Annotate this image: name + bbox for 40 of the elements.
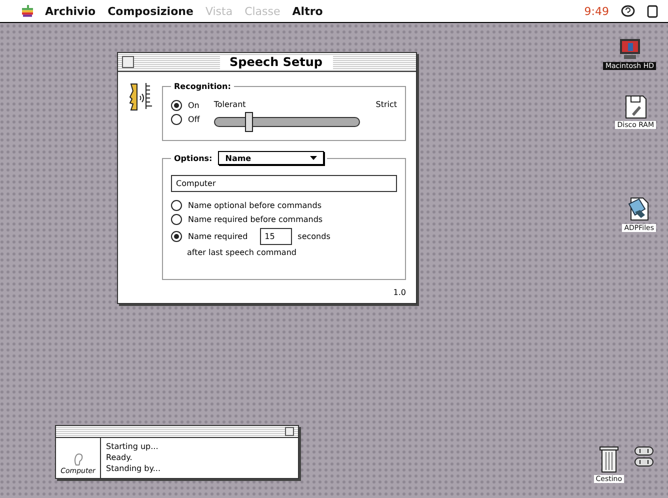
close-box[interactable]	[122, 56, 134, 68]
radio-button[interactable]	[171, 200, 182, 211]
dropdown-arrow-icon	[310, 156, 318, 160]
options-popup-menu[interactable]: Name	[218, 151, 324, 165]
ear-icon	[74, 453, 82, 467]
menu-clock: 9:49	[584, 4, 609, 18]
status-line: Starting up...	[106, 441, 160, 452]
status-line: Ready.	[106, 452, 134, 463]
status-line: Standing by...	[106, 463, 160, 474]
zoom-box[interactable]	[285, 427, 294, 436]
radio-label: Name optional before commands	[188, 201, 322, 210]
radio-label: Name required	[188, 232, 248, 241]
tolerance-slider[interactable]	[214, 112, 360, 132]
menu-item[interactable]: Altro	[292, 4, 323, 18]
radio-button[interactable]	[171, 214, 182, 225]
version-label: 1.0	[393, 288, 406, 297]
menu-item[interactable]: Archivio	[45, 4, 96, 18]
help-balloon-icon[interactable]	[621, 4, 635, 18]
group-label: Recognition:	[173, 82, 232, 91]
slider-label: Tolerant	[214, 100, 246, 109]
radio-note: after last speech command	[186, 248, 298, 257]
connector-icon	[632, 445, 656, 469]
radio-label: On	[188, 101, 200, 110]
radio-label: Name required before commands	[188, 215, 323, 224]
radio-button[interactable]	[171, 231, 182, 242]
apple-logo-icon[interactable]	[22, 5, 33, 17]
slider-thumb[interactable]	[244, 112, 253, 132]
trash-can-icon	[598, 445, 619, 473]
menu-item[interactable]: Composizione	[108, 4, 194, 18]
monitor-icon	[618, 38, 642, 60]
window-title: Speech Setup	[220, 55, 332, 69]
slider-label: Strict	[376, 100, 397, 109]
radio-label: Off	[188, 115, 200, 124]
group-label: Options:	[174, 154, 212, 162]
radio-button[interactable]	[171, 114, 182, 125]
radio-button[interactable]	[171, 100, 182, 111]
application-menu-icon[interactable]	[647, 4, 658, 18]
name-field[interactable]: Computer	[171, 175, 397, 192]
unit-label: seconds	[298, 232, 330, 241]
seconds-field[interactable]: 15	[260, 228, 292, 245]
